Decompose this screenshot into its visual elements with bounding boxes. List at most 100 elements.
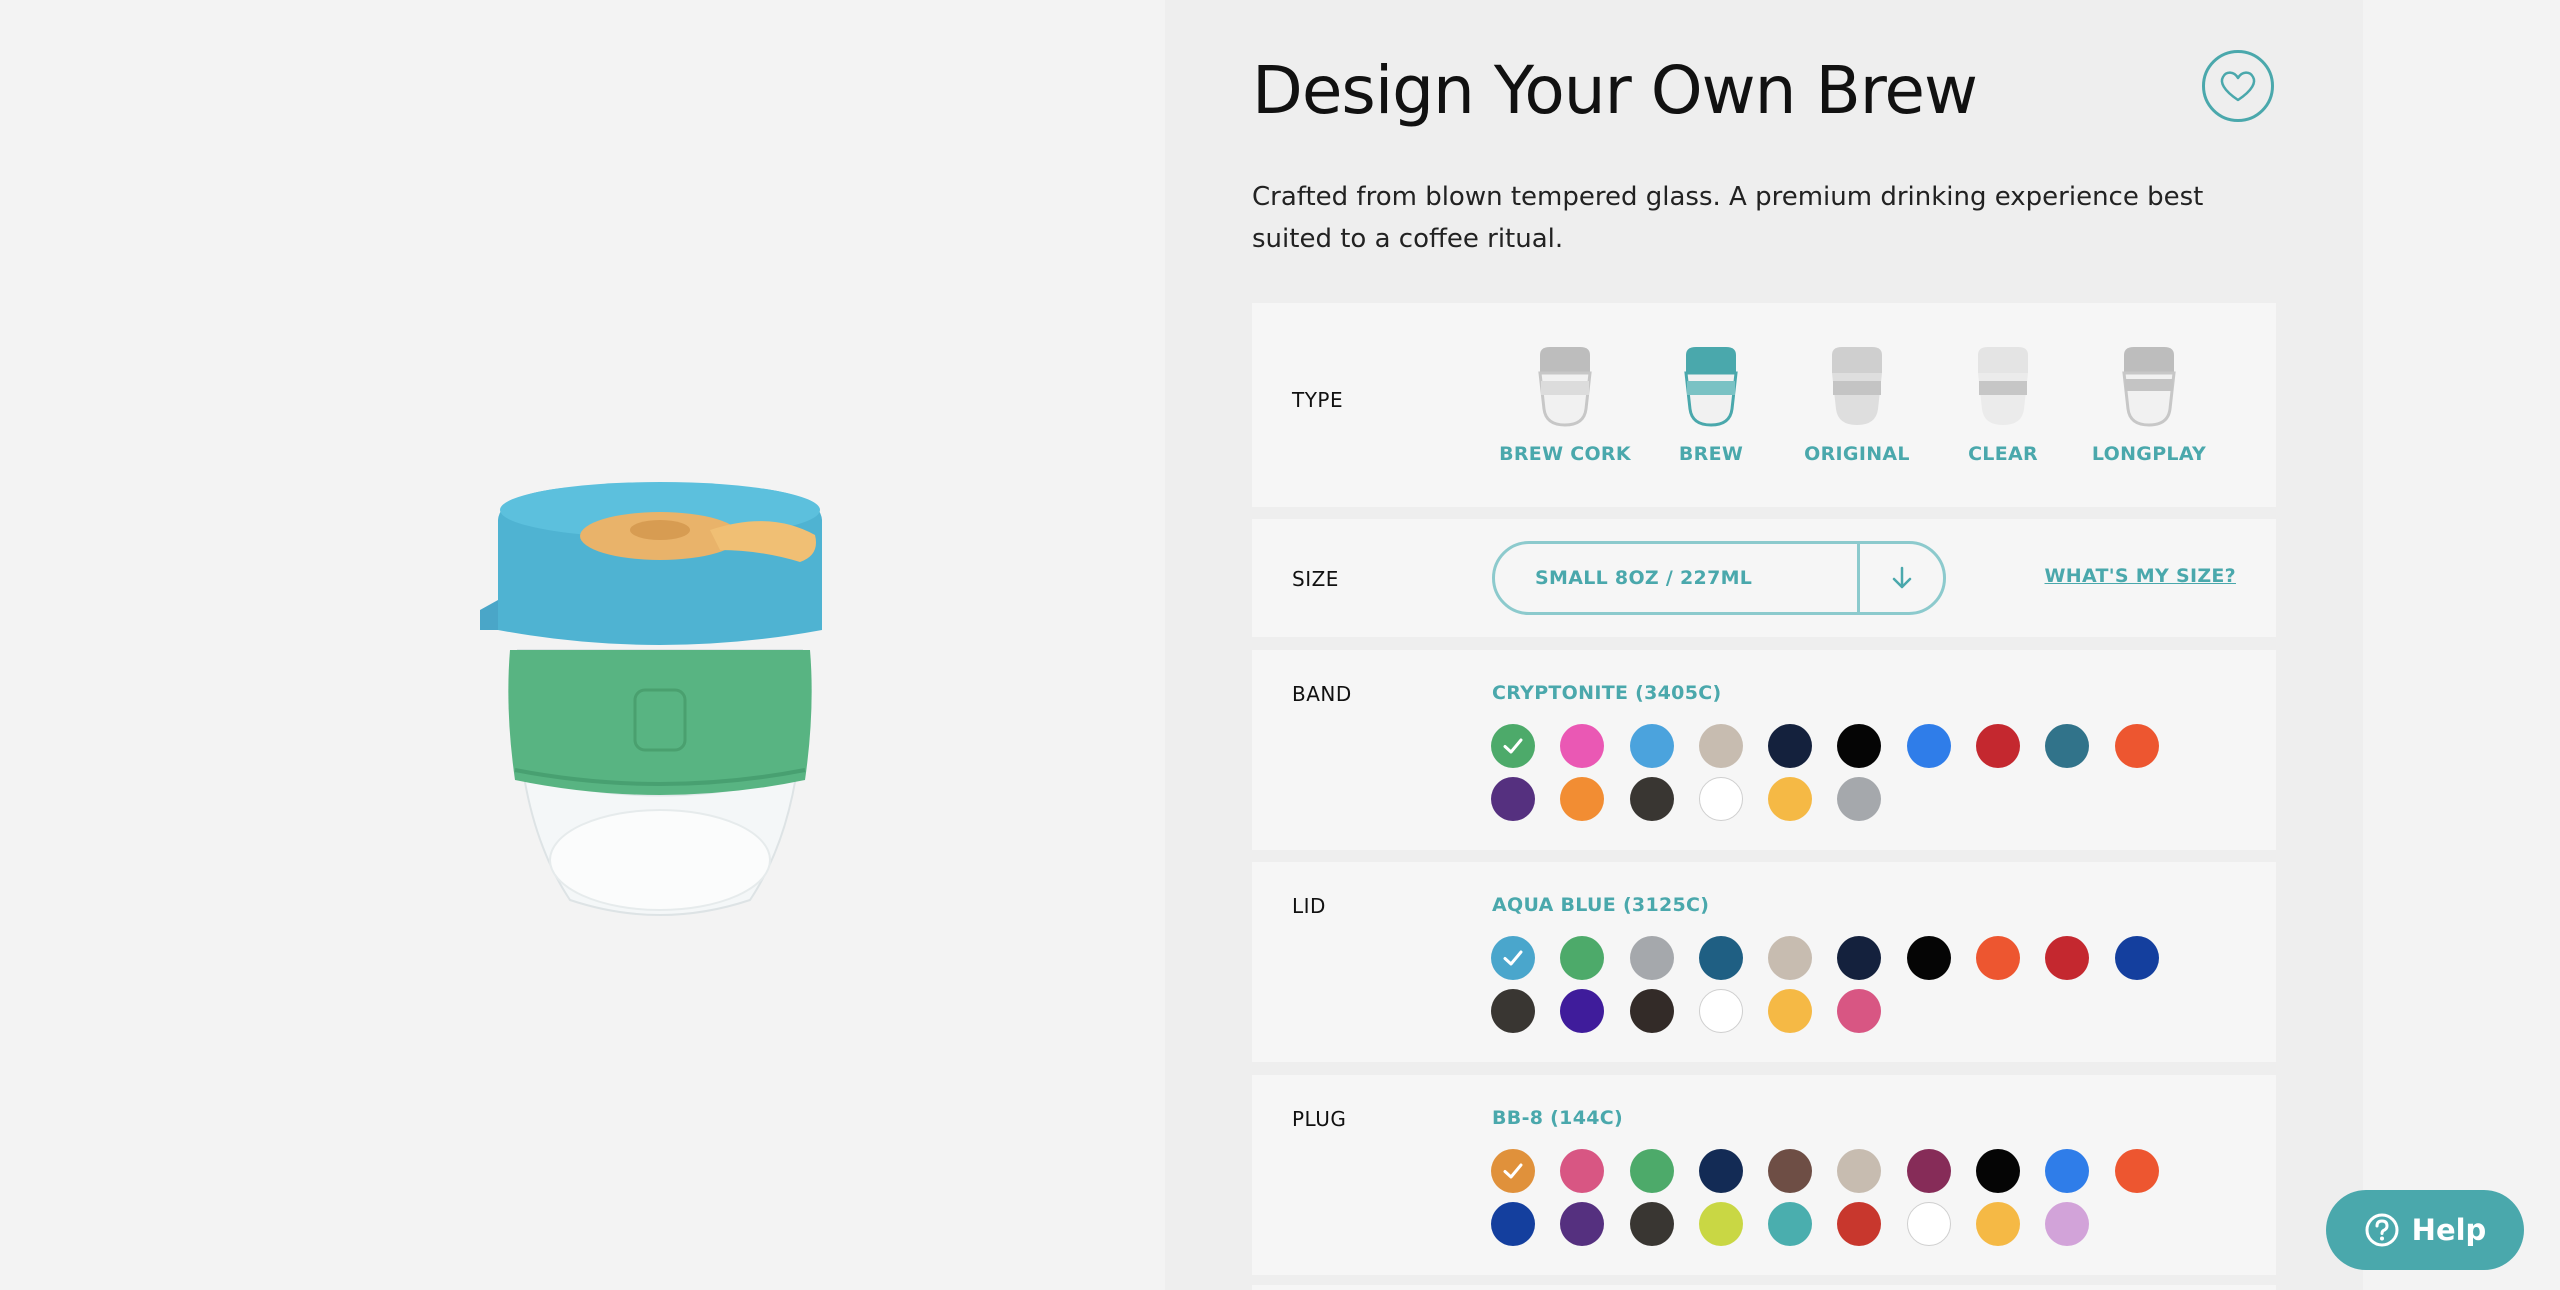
- type-option-label: ORIGINAL: [1804, 443, 1910, 465]
- band-label: BAND: [1292, 682, 1352, 706]
- page: Design Your Own Brew Crafted from blown …: [0, 0, 2560, 1290]
- plug-selected-name: BB-8 (144C): [1492, 1107, 1623, 1129]
- plug-section: PLUG BB-8 (144C): [1252, 1075, 2276, 1275]
- lid-color-swatch[interactable]: [1976, 936, 2021, 980]
- checkmark-icon: [1503, 950, 1523, 966]
- band-color-swatch[interactable]: [1560, 724, 1605, 768]
- plug-color-swatch[interactable]: [1837, 1202, 1882, 1246]
- brew-cork-cup-icon: [1538, 347, 1592, 427]
- help-button[interactable]: Help: [2326, 1190, 2524, 1270]
- lid-color-swatch[interactable]: [2045, 936, 2090, 980]
- product-image: [480, 482, 822, 916]
- help-label: Help: [2411, 1213, 2487, 1247]
- plug-color-swatch[interactable]: [2114, 1149, 2159, 1193]
- band-color-swatch[interactable]: [1906, 724, 1951, 768]
- type-label: TYPE: [1292, 388, 1344, 412]
- plug-color-swatch[interactable]: [1768, 1149, 1813, 1193]
- lid-color-swatch[interactable]: [1698, 936, 1743, 980]
- band-color-swatch[interactable]: [1698, 724, 1743, 768]
- lid-color-swatch[interactable]: [1698, 989, 1743, 1033]
- band-color-swatch[interactable]: [2045, 724, 2090, 768]
- plug-color-swatch[interactable]: [1698, 1202, 1743, 1246]
- plug-label: PLUG: [1292, 1107, 1347, 1131]
- plug-color-swatch[interactable]: [1629, 1149, 1674, 1193]
- band-color-swatch[interactable]: [1837, 724, 1882, 768]
- whats-my-size-link[interactable]: WHAT'S MY SIZE?: [2045, 565, 2236, 587]
- lid-section: LID AQUA BLUE (3125C): [1252, 862, 2276, 1062]
- lid-color-swatch[interactable]: [1629, 936, 1674, 980]
- checkmark-icon: [1503, 738, 1523, 754]
- plug-color-swatch[interactable]: [1560, 1149, 1605, 1193]
- band-color-swatch[interactable]: [1491, 777, 1535, 821]
- product-description: Crafted from blown tempered glass. A pre…: [1252, 182, 2204, 254]
- band-color-swatch[interactable]: [1629, 724, 1674, 768]
- lid-color-swatch[interactable]: [1560, 989, 1605, 1033]
- lid-selected-name: AQUA BLUE (3125C): [1492, 894, 1710, 916]
- size-select[interactable]: SMALL 8OZ / 227ML: [1492, 541, 1946, 615]
- configurator-panel: Design Your Own Brew Crafted from blown …: [1165, 0, 2363, 1290]
- band-color-swatch[interactable]: [1560, 777, 1605, 821]
- size-section: SIZE SMALL 8OZ / 227ML WHAT'S MY SIZE?: [1252, 519, 2276, 637]
- lid-color-swatch[interactable]: [1768, 936, 1813, 980]
- type-option-label: BREW CORK: [1499, 443, 1631, 465]
- type-option-label: CLEAR: [1968, 443, 2038, 465]
- lid-color-swatch[interactable]: [1491, 989, 1535, 1033]
- clear-cup-icon: [1978, 347, 2028, 425]
- brew-cup-icon: [1684, 347, 1738, 427]
- plug-color-swatch[interactable]: [1629, 1202, 1674, 1246]
- band-section: BAND CRYPTONITE (3405C): [1252, 650, 2276, 850]
- band-color-swatch[interactable]: [1837, 777, 1882, 821]
- plug-color-swatch[interactable]: [1976, 1202, 2021, 1246]
- type-option-longplay[interactable]: LONGPLAY: [2076, 345, 2222, 465]
- band-color-swatch[interactable]: [1629, 777, 1674, 821]
- band-color-swatch[interactable]: [1976, 724, 2021, 768]
- lid-swatches: [1491, 936, 2191, 1042]
- checkmark-icon: [1503, 1163, 1523, 1179]
- lid-color-swatch[interactable]: [2114, 936, 2159, 980]
- type-section: TYPE BREW CORK BREW ORIGINAL CLEAR LONGP…: [1252, 303, 2276, 507]
- type-option-brew-cork[interactable]: BREW CORK: [1492, 345, 1638, 465]
- type-option-original[interactable]: ORIGINAL: [1784, 345, 1930, 465]
- heart-icon: [2220, 71, 2256, 102]
- longplay-cup-icon: [2122, 347, 2176, 427]
- band-color-swatch[interactable]: [1698, 777, 1743, 821]
- plug-swatches: [1491, 1149, 2191, 1255]
- plug-color-swatch[interactable]: [1491, 1149, 1535, 1193]
- plug-color-swatch[interactable]: [1560, 1202, 1605, 1246]
- type-option-brew[interactable]: BREW: [1638, 345, 1784, 465]
- lid-color-swatch[interactable]: [1837, 936, 1882, 980]
- type-option-clear[interactable]: CLEAR: [1930, 345, 2076, 465]
- plug-color-swatch[interactable]: [1698, 1149, 1743, 1193]
- plug-color-swatch[interactable]: [1768, 1202, 1813, 1246]
- plug-color-swatch[interactable]: [1976, 1149, 2021, 1193]
- lid-color-swatch[interactable]: [1629, 989, 1674, 1033]
- band-color-swatch[interactable]: [1491, 724, 1535, 768]
- lid-color-swatch[interactable]: [1837, 989, 1882, 1033]
- size-select-value: SMALL 8OZ / 227ML: [1535, 567, 1753, 589]
- lid-color-swatch[interactable]: [1906, 936, 1951, 980]
- band-color-swatch[interactable]: [2114, 724, 2159, 768]
- plug-color-swatch[interactable]: [1906, 1149, 1951, 1193]
- band-color-swatch[interactable]: [1768, 777, 1813, 821]
- favorite-button[interactable]: [2202, 50, 2274, 122]
- lid-label: LID: [1292, 894, 1326, 918]
- plug-color-swatch[interactable]: [2045, 1202, 2090, 1246]
- plug-color-swatch[interactable]: [2045, 1149, 2090, 1193]
- page-title: Design Your Own Brew: [1252, 52, 1978, 129]
- band-swatches: [1491, 724, 2191, 830]
- arrow-down-icon: [1892, 566, 1911, 589]
- type-option-label: LONGPLAY: [2091, 443, 2207, 465]
- type-option-label: BREW: [1678, 443, 1744, 465]
- lid-color-swatch[interactable]: [1560, 936, 1605, 980]
- lid-color-swatch[interactable]: [1768, 989, 1813, 1033]
- plug-color-swatch[interactable]: [1837, 1149, 1882, 1193]
- plug-color-swatch[interactable]: [1906, 1202, 1951, 1246]
- product-image-area: [0, 0, 1165, 1290]
- band-color-swatch[interactable]: [1768, 724, 1813, 768]
- band-selected-name: CRYPTONITE (3405C): [1492, 682, 1722, 704]
- size-label: SIZE: [1292, 567, 1339, 591]
- lid-color-swatch[interactable]: [1491, 936, 1535, 980]
- type-options: BREW CORK BREW ORIGINAL CLEAR LONGPLAY: [1492, 345, 2222, 465]
- plug-color-swatch[interactable]: [1491, 1202, 1535, 1246]
- size-select-arrow[interactable]: [1857, 544, 1943, 612]
